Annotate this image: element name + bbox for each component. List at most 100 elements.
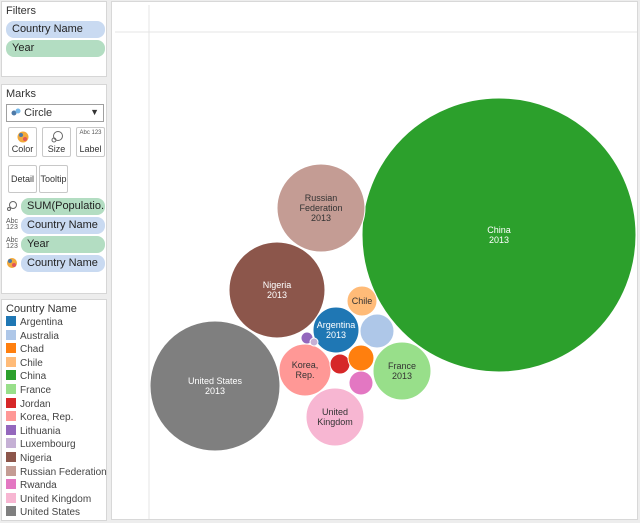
circle-mark-icon — [11, 107, 21, 119]
bubble-label-russian-federation: 2013 — [311, 213, 331, 223]
shelf-row-label-year: Abc 123 Year — [2, 236, 108, 253]
bubble-label-nigeria: Nigeria — [263, 280, 292, 290]
bubble-chart-svg: China2013RussianFederation2013Nigeria201… — [115, 5, 637, 519]
legend-label: France — [20, 385, 52, 396]
legend-swatch — [6, 492, 16, 503]
shelf-pill-population[interactable]: SUM(Populatio... — [21, 198, 105, 215]
bubble-australia[interactable] — [359, 313, 395, 349]
tooltip-button-label: Tooltip — [40, 174, 67, 184]
bubble-label-argentina: 2013 — [326, 330, 346, 340]
legend-label: Argentina — [20, 317, 63, 328]
legend-label: Luxembourg — [20, 439, 76, 451]
bubble-label-korea-rep: Korea, — [292, 360, 319, 370]
legend-swatch — [6, 424, 16, 435]
color-legend-panel: Country Name Argentina Australia Chad Chile… — [1, 299, 107, 521]
mark-type-dropdown[interactable]: Circle ▼ — [6, 104, 104, 122]
bubble-label-united-states: United States — [188, 376, 243, 386]
legend-item[interactable]: United States — [6, 506, 80, 519]
bubble-label-china: 2013 — [489, 235, 509, 245]
legend-label: Nigeria — [20, 453, 52, 464]
legend-swatch — [6, 411, 16, 422]
shelf-pill-country-name[interactable]: Country Name — [21, 217, 105, 234]
legend-label: Australia — [20, 330, 59, 342]
legend-item[interactable]: Luxembourg — [6, 438, 76, 451]
shelf-pill-year[interactable]: Year — [21, 236, 105, 253]
bubble-label-korea-rep: Rep. — [295, 370, 314, 380]
chevron-down-icon: ▼ — [90, 107, 99, 117]
legend-swatch — [6, 370, 16, 381]
legend-swatch — [6, 356, 16, 367]
filters-panel: Filters Country Name Year — [1, 1, 107, 77]
legend-item[interactable]: Argentina — [6, 316, 63, 329]
bubble-chart-view: China 2013 Russian Federation 2013 Nigeria 201… — [111, 1, 638, 520]
palette-icon — [5, 257, 19, 270]
legend-swatch — [6, 506, 16, 517]
color-button-label: Color — [11, 144, 34, 154]
legend-label: Chile — [20, 357, 43, 369]
legend-label: Rwanda — [20, 480, 57, 492]
palette-icon — [9, 130, 36, 144]
shelf-row-color-country: Country Name — [2, 255, 108, 272]
legend-label: Lithuania — [20, 425, 61, 437]
detail-button-label: Detail — [10, 174, 34, 184]
legend-item[interactable]: Korea, Rep. — [6, 411, 73, 424]
bubble-luxembourg[interactable] — [309, 337, 319, 347]
legend-label: United Kingdom — [20, 493, 92, 505]
legend-swatch — [6, 438, 16, 449]
legend-label: China — [20, 371, 47, 383]
label-text-icon: Abc 123 — [5, 218, 19, 231]
mark-type-value: Circle — [24, 107, 53, 119]
legend-item[interactable]: China — [6, 370, 46, 383]
marks-title: Marks — [6, 88, 36, 100]
bubble-label-united-kingdom: Kingdom — [317, 417, 353, 427]
bubble-jordan[interactable] — [329, 353, 351, 375]
legend-swatch — [6, 452, 16, 462]
bubble-label-argentina: Argentina — [317, 320, 356, 330]
shelf-row-label-country: Abc 123 Country Name — [2, 217, 108, 234]
legend-label: Russian Federation — [20, 466, 107, 478]
legend-label: Jordan — [20, 398, 51, 410]
bubble-label-china: China — [487, 225, 511, 235]
tooltip-button[interactable]: Tooltip — [39, 165, 68, 193]
label-text-icon: Abc 123 — [5, 237, 19, 250]
bubble-label-france: 2013 — [392, 371, 412, 381]
bubble-label-united-kingdom: United — [322, 407, 348, 417]
filters-title: Filters — [6, 5, 36, 17]
bubble-label-france: France — [388, 361, 416, 371]
bubble-label-russian-federation: Russian — [305, 193, 338, 203]
size-icon — [43, 130, 70, 144]
bubble-label-russian-federation: Federation — [299, 203, 342, 213]
legend-swatch — [6, 316, 16, 326]
legend-swatch — [6, 479, 16, 490]
shelf-pill-country-name-color[interactable]: Country Name — [21, 255, 105, 272]
label-button-label: Label — [79, 144, 102, 154]
label-text-icon: Abc 123 — [79, 130, 102, 136]
legend-item[interactable]: Chile — [6, 356, 43, 370]
legend-item[interactable]: Lithuania — [6, 424, 61, 438]
legend-label: Chad — [20, 344, 44, 356]
color-button[interactable]: Color — [8, 127, 37, 157]
bubble-label-chile: Chile — [352, 296, 373, 306]
legend-swatch — [6, 397, 16, 408]
shelf-row-size: SUM(Populatio... — [2, 198, 108, 215]
legend-item[interactable]: Nigeria — [6, 452, 52, 465]
label-button[interactable]: Abc 123 Label — [76, 127, 105, 157]
filter-pill-country-name[interactable]: Country Name — [6, 21, 105, 38]
legend-item[interactable]: Jordan — [6, 397, 51, 411]
legend-swatch — [6, 343, 16, 354]
bubble-label-nigeria: 2013 — [267, 290, 287, 300]
marks-panel: Marks Circle ▼ Color Size Abc 123 Label … — [1, 84, 107, 294]
legend-label: Korea, Rep. — [20, 412, 74, 424]
legend-item[interactable]: Rwanda — [6, 479, 57, 492]
size-button[interactable]: Size — [42, 127, 71, 157]
detail-button[interactable]: Detail — [8, 165, 37, 193]
legend-item[interactable]: Australia — [6, 329, 59, 343]
bubble-chad[interactable] — [347, 344, 375, 372]
size-button-label: Size — [47, 144, 66, 154]
filter-pill-year[interactable]: Year — [6, 40, 105, 57]
legend-item[interactable]: Russian Federation — [6, 465, 107, 479]
legend-item[interactable]: United Kingdom — [6, 492, 92, 506]
legend-item[interactable]: Chad — [6, 343, 44, 356]
legend-item[interactable]: France — [6, 384, 51, 397]
bubble-rwanda[interactable] — [348, 370, 374, 396]
